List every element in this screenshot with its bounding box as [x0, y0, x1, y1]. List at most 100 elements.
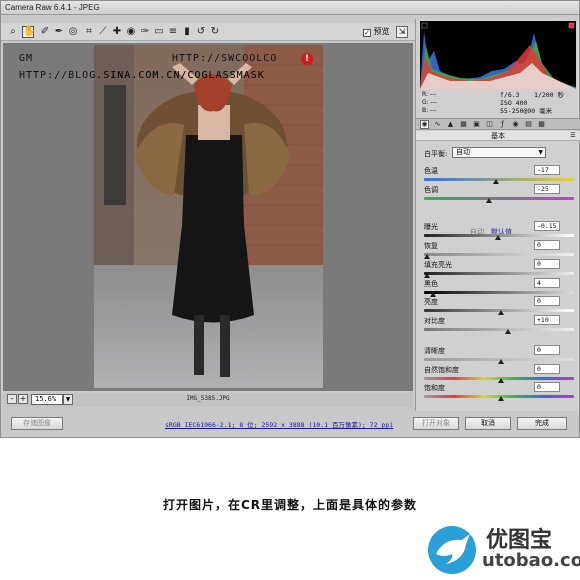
fill-light-slider-thumb[interactable]	[424, 273, 430, 278]
trash-icon[interactable]: ▮	[181, 26, 193, 38]
temperature-slider-thumb[interactable]	[493, 179, 499, 184]
adjustment-brush-icon[interactable]: ✑	[139, 26, 151, 38]
blacks-value-field[interactable]: 4	[534, 278, 560, 288]
rgb-readout: R: --- G: --- B: ---	[422, 91, 437, 115]
logo-url: utobao.com	[482, 550, 580, 571]
blue-readout: B: ---	[422, 107, 437, 114]
fill-light-slider[interactable]	[424, 272, 574, 275]
saturation-value-field[interactable]: 0	[534, 382, 560, 392]
saturation-slider-thumb[interactable]	[498, 396, 504, 401]
temperature-label: 色温	[424, 167, 438, 175]
temperature-slider[interactable]	[424, 178, 574, 181]
brightness-slider-thumb[interactable]	[498, 310, 504, 315]
file-name: IMG_5385.JPG	[186, 395, 230, 402]
photo-preview: GM HTTP://SWCOOLCO HTTP://BLOG.SINA.COM.…	[94, 45, 323, 388]
clarity-value-field[interactable]: 0	[534, 345, 560, 355]
contrast-slider[interactable]	[424, 328, 574, 331]
status-bar: - + 15.6% ▼ IMG_5385.JPG	[3, 393, 413, 407]
recovery-slider[interactable]	[424, 253, 574, 256]
saturation-label: 饱和度	[424, 384, 445, 392]
rotate-right-icon[interactable]: ↻	[209, 26, 221, 38]
clarity-slider-thumb[interactable]	[498, 359, 504, 364]
photo-image	[94, 45, 323, 388]
exposure-slider-thumb[interactable]	[495, 235, 501, 240]
tab-presets[interactable]: ▤	[524, 120, 533, 129]
adjustment-panel: R: --- G: --- B: --- f/6.3 1/200 秒 ISO 40…	[415, 19, 580, 411]
contrast-slider-thumb[interactable]	[505, 329, 511, 334]
open-object-button[interactable]: 打开对象	[413, 417, 459, 430]
recovery-value-field[interactable]: 0	[534, 240, 560, 250]
watermark-gm-outside: GM	[19, 53, 34, 64]
rotate-left-icon[interactable]: ↺	[195, 26, 207, 38]
tint-slider[interactable]	[424, 197, 574, 200]
red-readout: R: ---	[422, 91, 437, 98]
section-title: 基本	[491, 132, 505, 140]
red-eye-icon[interactable]: ◉	[125, 26, 137, 38]
section-header: 基本 ☰	[416, 131, 580, 141]
image-canvas[interactable]: GM HTTP://SWCOOLCO HTTP://BLOG.SINA.COM.…	[3, 43, 413, 391]
tab-effects[interactable]: ƒ	[498, 120, 507, 129]
tab-lens[interactable]: ◫	[485, 120, 494, 129]
exposure-label: 曝光	[424, 223, 438, 231]
histogram	[420, 21, 576, 89]
tab-basic[interactable]: ◉	[420, 120, 429, 129]
checkbox-icon[interactable]: ✓	[363, 29, 371, 37]
recovery-slider-thumb[interactable]	[424, 254, 430, 259]
temperature-value-field[interactable]: -17	[534, 165, 560, 175]
preferences-icon[interactable]: ≡	[167, 26, 179, 38]
tab-hsl[interactable]: ▦	[459, 120, 468, 129]
bottom-bar: 存储图像 sRGB IEC61966-2.1; 8 位; 2592 x 3888…	[1, 411, 579, 437]
workflow-options-link[interactable]: sRGB IEC61966-2.1; 8 位; 2592 x 3888 (10.…	[165, 419, 393, 429]
caption: 打开图片，在CR里调整，上面是具体的参数	[162, 498, 418, 512]
utobao-logo: 优图宝 utobao.com	[424, 520, 580, 576]
crop-icon[interactable]: ⌗	[83, 26, 95, 38]
aperture: f/6.3	[500, 91, 520, 99]
blacks-slider[interactable]	[424, 291, 574, 294]
clipping-warning-icon: !	[301, 53, 313, 65]
panel-tabs: ◉ ∿ ▲ ▦ ▣ ◫ ƒ ◉ ▤ ▦	[416, 118, 580, 130]
color-sampler-icon[interactable]: ✒	[53, 26, 65, 38]
preview-checkbox[interactable]: ✓ 预览	[363, 26, 390, 37]
tint-value-field[interactable]: -25	[534, 184, 560, 194]
clarity-label: 清晰度	[424, 347, 445, 355]
brightness-value-field[interactable]: 0	[534, 296, 560, 306]
window-title: Camera Raw 6.4.1 - JPEG	[5, 3, 100, 12]
target-adjust-icon[interactable]: ◎	[67, 26, 79, 38]
tint-slider-thumb[interactable]	[486, 198, 492, 203]
straighten-icon[interactable]: ⟋	[97, 26, 109, 38]
chevron-down-icon: ▼	[538, 149, 543, 156]
contrast-label: 对比度	[424, 317, 445, 325]
fullscreen-button[interactable]: ⇲	[396, 26, 408, 38]
iso: ISO 400	[500, 99, 528, 107]
done-button[interactable]: 完成	[517, 417, 567, 430]
vibrance-slider-thumb[interactable]	[498, 378, 504, 383]
tab-detail[interactable]: ▲	[446, 120, 455, 129]
tab-tone-curve[interactable]: ∿	[433, 120, 442, 129]
green-readout: G: ---	[422, 99, 438, 106]
white-balance-value: 自动	[456, 148, 470, 156]
exposure-value-field[interactable]: -0.15	[534, 221, 560, 231]
toolbar: ⌕ ✋ ✐ ✒ ◎ ⌗ ⟋ ✚ ◉ ✑ ▭ ≡ ▮ ↺ ↻ ✓ 预览 ⇲	[1, 23, 415, 41]
blacks-label: 黑色	[424, 280, 438, 288]
tab-split-toning[interactable]: ▣	[472, 120, 481, 129]
zoom-icon[interactable]: ⌕	[7, 26, 19, 38]
spot-removal-icon[interactable]: ✚	[111, 26, 123, 38]
white-balance-icon[interactable]: ✐	[39, 26, 51, 38]
fill-light-value-field[interactable]: 0	[534, 259, 560, 269]
graduated-filter-icon[interactable]: ▭	[153, 26, 165, 38]
tab-camera-calibration[interactable]: ◉	[511, 120, 520, 129]
hand-icon[interactable]: ✋	[22, 26, 35, 38]
panel-menu-icon[interactable]: ☰	[569, 132, 577, 140]
shutter-speed: 1/200 秒	[534, 91, 564, 99]
camera-raw-window: Camera Raw 6.4.1 - JPEG ⌕ ✋ ✐ ✒ ◎ ⌗ ⟋ ✚ …	[0, 0, 580, 438]
tab-snapshots[interactable]: ▦	[537, 120, 546, 129]
cancel-button[interactable]: 取消	[465, 417, 511, 430]
title-bar: Camera Raw 6.4.1 - JPEG	[1, 1, 579, 15]
watermark-site: HTTP://SWCOOLCO	[172, 53, 278, 64]
contrast-value-field[interactable]: +10	[534, 315, 560, 325]
save-image-button[interactable]: 存储图像	[11, 417, 63, 430]
camera-info: f/6.3 1/200 秒 ISO 40055-250@90 毫米	[500, 91, 579, 115]
white-balance-select[interactable]: 自动 ▼	[452, 147, 546, 158]
vibrance-label: 自然饱和度	[424, 366, 459, 374]
vibrance-value-field[interactable]: 0	[534, 364, 560, 374]
